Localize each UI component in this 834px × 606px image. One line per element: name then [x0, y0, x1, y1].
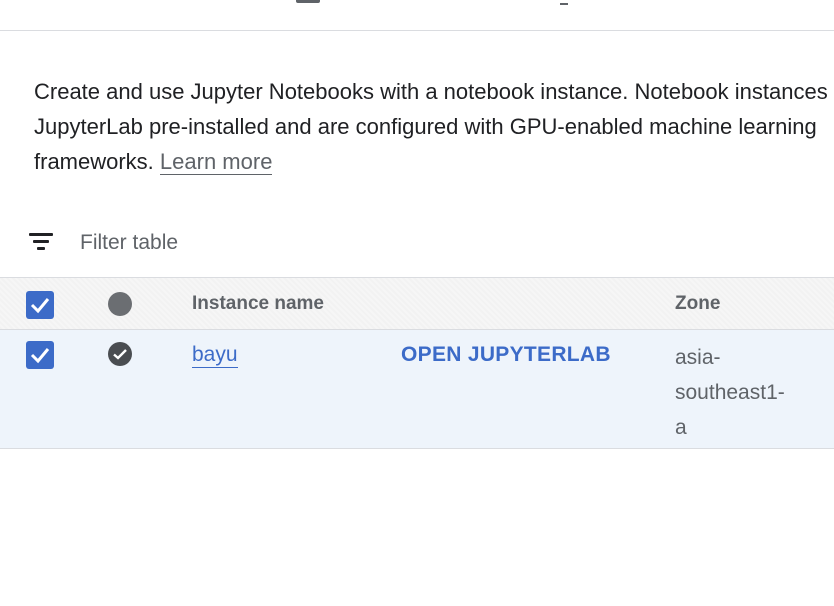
filter-list-icon[interactable] [29, 231, 53, 251]
status-check-icon [113, 349, 127, 360]
select-all-checkbox[interactable] [26, 291, 54, 319]
description-line-2: JupyterLab pre-installed and are configu… [34, 114, 817, 139]
check-circle-icon [108, 342, 132, 366]
row-select-checkbox[interactable] [26, 341, 54, 369]
description-line-1: Create and use Jupyter Notebooks with a … [34, 79, 828, 104]
toolbar-chevron-icon[interactable] [560, 0, 568, 5]
description-line-3: frameworks. Learn more [34, 144, 834, 179]
description-line-3-text: frameworks. [34, 149, 154, 174]
checkmark-icon [30, 298, 50, 314]
toolbar-icon[interactable] [296, 0, 320, 3]
checkmark-icon [30, 348, 50, 364]
instance-name-link[interactable]: bayu [192, 343, 238, 368]
zone-line: asia- [675, 346, 721, 369]
notebook-instances-page: Create and use Jupyter Notebooks with a … [0, 0, 834, 606]
filter-table-input[interactable] [80, 228, 480, 258]
instances-table: Instance name Zone bayu OPEN JUPYTERLAB … [0, 277, 834, 449]
open-jupyterlab-button[interactable]: OPEN JUPYTERLAB [401, 343, 611, 367]
zone-line: a [675, 416, 687, 439]
table-header-row: Instance name Zone [0, 277, 834, 330]
learn-more-link[interactable]: Learn more [159, 149, 273, 175]
page-description: Create and use Jupyter Notebooks with a … [34, 74, 834, 179]
zone-line: southeast1- [675, 381, 785, 404]
filter-bar [0, 218, 834, 268]
status-column-icon[interactable] [108, 292, 132, 316]
zone-cell: asia- southeast1- a [675, 340, 805, 445]
column-header-instance-name[interactable]: Instance name [192, 293, 324, 315]
table-row: bayu OPEN JUPYTERLAB asia- southeast1- a [0, 330, 834, 449]
column-header-zone[interactable]: Zone [675, 293, 720, 315]
top-toolbar [0, 0, 834, 31]
